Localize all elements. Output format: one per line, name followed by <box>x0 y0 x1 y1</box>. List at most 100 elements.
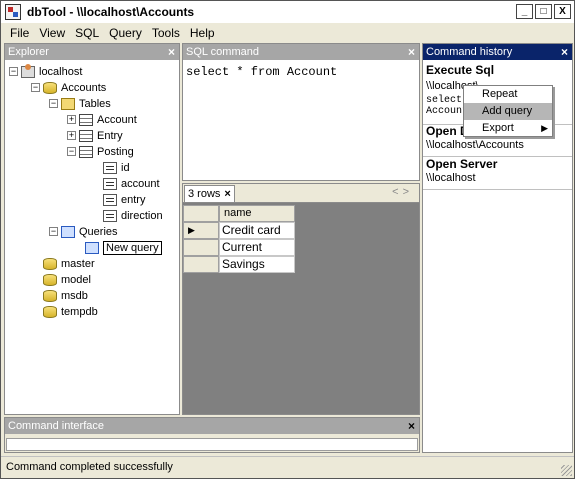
tree-node-label: Account <box>97 113 137 126</box>
sql-close-icon[interactable]: × <box>408 44 415 60</box>
tree-node-queries[interactable]: − Queries <box>49 224 118 239</box>
menu-view[interactable]: View <box>34 26 70 40</box>
history-entry-detail: \\localhost\Accounts <box>426 139 524 151</box>
table-row[interactable]: ▶ Credit card <box>183 222 295 239</box>
column-icon <box>103 209 117 222</box>
title-bar: dbTool - \\localhost\Accounts _ □ X <box>1 1 574 23</box>
tab-next-icon[interactable]: > <box>403 186 413 198</box>
current-row-icon[interactable]: ▶ <box>183 222 219 239</box>
database-icon <box>43 81 57 94</box>
menu-query[interactable]: Query <box>104 26 147 40</box>
explorer-close-icon[interactable]: × <box>168 44 175 60</box>
collapse-icon[interactable]: − <box>67 147 76 156</box>
tree-node-label: entry <box>121 193 146 206</box>
database-icon <box>43 273 57 286</box>
explorer-header: Explorer × <box>5 44 179 60</box>
minimize-button[interactable]: _ <box>516 4 533 19</box>
tree-node-label: direction <box>121 209 163 222</box>
results-tab-label: 3 rows <box>188 188 221 200</box>
tree-node-entry-column[interactable]: entry <box>103 192 145 207</box>
sql-editor[interactable]: select * from Account <box>186 65 337 79</box>
tree-node-new-query[interactable]: New query <box>85 240 162 255</box>
row-header[interactable] <box>183 256 219 273</box>
status-text: Command completed successfully <box>6 461 173 473</box>
tree-node-label: model <box>61 273 91 286</box>
menu-sql[interactable]: SQL <box>70 26 104 40</box>
context-menu-add-query[interactable]: Add query <box>464 103 552 120</box>
tree-node-entry-table[interactable]: + Entry <box>67 128 123 143</box>
tree-node-account-column[interactable]: account <box>103 176 160 191</box>
collapse-icon[interactable]: − <box>49 227 58 236</box>
table-row[interactable]: Current <box>183 239 295 256</box>
tree-node-label: master <box>61 257 95 270</box>
database-icon <box>43 289 57 302</box>
explorer-title: Explorer <box>8 46 49 58</box>
table-icon <box>79 113 93 126</box>
maximize-button[interactable]: □ <box>535 4 552 19</box>
command-input[interactable] <box>6 438 418 451</box>
tree-node-account-table[interactable]: + Account <box>67 112 137 127</box>
table-row[interactable]: Savings <box>183 256 295 273</box>
sql-command-title: SQL command <box>186 46 259 58</box>
tree-node-label-editing[interactable]: New query <box>103 240 162 255</box>
column-icon <box>103 177 117 190</box>
tab-prev-icon[interactable]: < <box>392 186 402 198</box>
history-entry[interactable]: Open Server \\localhost <box>423 157 572 190</box>
row-header[interactable] <box>183 239 219 256</box>
results-tab[interactable]: 3 rows × <box>184 185 235 202</box>
tree-node-id-column[interactable]: id <box>103 160 130 175</box>
collapse-icon[interactable]: − <box>31 83 40 92</box>
resize-grip-icon[interactable] <box>561 465 572 476</box>
collapse-icon[interactable]: − <box>49 99 58 108</box>
expand-icon[interactable]: + <box>67 115 76 124</box>
tree-node-localhost[interactable]: − localhost <box>9 63 83 79</box>
context-menu-export[interactable]: Export ▶ <box>464 120 552 137</box>
context-menu-repeat[interactable]: Repeat <box>464 86 552 103</box>
tree-node-posting-table[interactable]: − Posting <box>67 144 134 159</box>
collapse-icon[interactable]: − <box>9 67 18 76</box>
window-controls: _ □ X <box>516 4 571 19</box>
sql-command-panel: SQL command × select * from Account <box>182 43 420 181</box>
expand-icon[interactable]: + <box>67 131 76 140</box>
tree-node-msdb[interactable]: msdb <box>43 288 88 303</box>
tree-node-label: id <box>121 161 130 174</box>
tree-node-label: Entry <box>97 129 123 142</box>
results-panel: 3 rows × <> name ▶ Credit card Current Sa… <box>182 183 420 415</box>
tree-node-tables[interactable]: − Tables <box>49 96 111 111</box>
history-close-icon[interactable]: × <box>561 44 568 60</box>
column-header-name[interactable]: name <box>219 205 295 222</box>
context-menu: Repeat Add query Export ▶ <box>463 85 553 137</box>
table-cell[interactable]: Credit card <box>219 222 295 239</box>
command-interface-close-icon[interactable]: × <box>408 418 415 434</box>
tree-node-tempdb[interactable]: tempdb <box>43 304 98 319</box>
menu-file[interactable]: File <box>5 26 34 40</box>
menu-tools[interactable]: Tools <box>147 26 185 40</box>
grid-corner <box>183 205 219 222</box>
tree-node-label: account <box>121 177 160 190</box>
tree-node-label: localhost <box>39 65 83 78</box>
table-cell[interactable]: Current <box>219 239 295 256</box>
results-tab-close-icon[interactable]: × <box>224 188 230 200</box>
tree-node-accounts[interactable]: − Accounts <box>31 80 106 95</box>
menu-help[interactable]: Help <box>185 26 220 40</box>
tree-node-label: tempdb <box>61 305 98 318</box>
results-tab-bar: 3 rows × <> <box>183 184 419 203</box>
app-icon <box>5 4 21 20</box>
history-entry-heading: Execute Sql <box>426 63 495 77</box>
tree-node-label: Queries <box>79 225 118 238</box>
history-entry-heading: Open Server <box>426 157 498 171</box>
history-entry-detail: \\localhost <box>426 172 476 184</box>
tree-node-label: Posting <box>97 145 134 158</box>
close-window-button[interactable]: X <box>554 4 571 19</box>
table-cell[interactable]: Savings <box>219 256 295 273</box>
queries-folder-icon <box>61 225 75 238</box>
tree-node-model[interactable]: model <box>43 272 91 287</box>
command-interface-panel: Command interface × <box>4 417 420 453</box>
grid-header-row: name <box>183 205 295 222</box>
context-menu-export-label: Export <box>482 122 514 134</box>
command-history-header: Command history × <box>423 44 572 60</box>
command-interface-header: Command interface × <box>5 418 419 434</box>
tree-node-direction-column[interactable]: direction <box>103 208 163 223</box>
window-title: dbTool - \\localhost\Accounts <box>27 5 195 19</box>
tree-node-master[interactable]: master <box>43 256 95 271</box>
